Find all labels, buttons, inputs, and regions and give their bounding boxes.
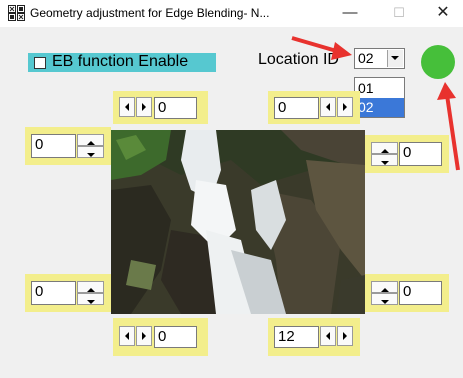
left-arrow-button[interactable] xyxy=(320,97,336,117)
arrow-left-icon xyxy=(125,332,129,340)
down-arrow-button[interactable] xyxy=(371,154,398,166)
left-arrow-button[interactable] xyxy=(320,326,336,346)
chevron-down-icon xyxy=(391,56,399,60)
location-id-value: 02 xyxy=(358,50,374,66)
arrow-right-icon xyxy=(343,332,347,340)
arrow-left-icon xyxy=(125,103,129,111)
bottom-right-value-field[interactable]: 12 xyxy=(274,326,319,348)
top-left-value-field[interactable]: 0 xyxy=(154,97,197,119)
right-bottom-control-frame: 0 xyxy=(365,274,449,312)
down-arrow-button[interactable] xyxy=(371,293,398,305)
preview-image xyxy=(111,130,365,314)
arrow-down-icon xyxy=(87,153,95,157)
eb-function-label: EB function Enable xyxy=(52,53,189,70)
arrow-right-icon xyxy=(142,332,146,340)
up-arrow-button[interactable] xyxy=(371,142,398,154)
window-title: Geometry adjustment for Edge Blending- N… xyxy=(30,6,270,20)
location-option-02[interactable]: 02 xyxy=(355,98,404,117)
status-indicator xyxy=(421,45,455,79)
bottom-right-spinner xyxy=(320,326,360,348)
top-right-control-frame: 0 xyxy=(268,91,360,124)
title-bar: Geometry adjustment for Edge Blending- N… xyxy=(0,0,463,27)
arrow-left-icon xyxy=(326,332,330,340)
arrow-down-icon xyxy=(87,300,95,304)
waterfall-photo xyxy=(111,130,365,314)
eb-function-enable-checkbox[interactable]: EB function Enable xyxy=(28,53,216,72)
top-right-value-field[interactable]: 0 xyxy=(274,97,319,119)
left-top-spinner xyxy=(77,134,104,158)
left-arrow-button[interactable] xyxy=(119,97,135,117)
right-top-control-frame: 0 xyxy=(365,135,449,173)
up-arrow-button[interactable] xyxy=(371,281,398,293)
left-bottom-value-field[interactable]: 0 xyxy=(31,281,76,305)
right-top-spinner xyxy=(371,142,398,166)
location-option-01[interactable]: 01 xyxy=(355,79,404,98)
maximize-button[interactable]: ☐ xyxy=(384,2,414,24)
left-bottom-control-frame: 0 xyxy=(25,274,111,312)
red-arrow-head-right xyxy=(437,82,456,100)
close-button[interactable]: ✕ xyxy=(428,2,458,24)
arrow-right-icon xyxy=(343,103,347,111)
arrow-right-icon xyxy=(142,103,146,111)
bottom-left-control-frame: 0 xyxy=(113,318,208,356)
right-top-value-field[interactable]: 0 xyxy=(399,142,442,166)
bottom-left-spinner xyxy=(119,326,159,348)
dropdown-button[interactable] xyxy=(387,50,403,67)
down-arrow-button[interactable] xyxy=(77,146,104,158)
red-arrow-line-top xyxy=(291,36,341,54)
up-arrow-button[interactable] xyxy=(77,134,104,146)
left-top-control-frame: 0 xyxy=(25,127,111,165)
bottom-left-value-field[interactable]: 0 xyxy=(154,326,197,348)
checkbox-box[interactable] xyxy=(34,57,46,69)
right-arrow-button[interactable] xyxy=(337,97,353,117)
left-arrow-button[interactable] xyxy=(119,326,135,346)
right-bottom-value-field[interactable]: 0 xyxy=(399,281,442,305)
location-id-select[interactable]: 02 xyxy=(354,48,405,69)
left-bottom-spinner xyxy=(77,281,104,305)
bottom-right-control-frame: 12 xyxy=(268,318,360,356)
right-arrow-button[interactable] xyxy=(136,326,152,346)
right-arrow-button[interactable] xyxy=(337,326,353,346)
right-bottom-spinner xyxy=(371,281,398,305)
top-right-spinner xyxy=(320,97,360,119)
location-id-options: 01 02 xyxy=(354,77,405,118)
arrow-down-icon xyxy=(381,161,389,165)
top-left-spinner xyxy=(119,97,159,119)
location-id-label: Location ID xyxy=(258,51,339,68)
arrow-down-icon xyxy=(381,300,389,304)
top-left-control-frame: 0 xyxy=(113,91,208,124)
down-arrow-button[interactable] xyxy=(77,293,104,305)
minimize-button[interactable]: — xyxy=(335,2,365,24)
left-top-value-field[interactable]: 0 xyxy=(31,134,76,158)
arrow-left-icon xyxy=(326,103,330,111)
right-arrow-button[interactable] xyxy=(136,97,152,117)
app-icon xyxy=(8,5,25,26)
up-arrow-button[interactable] xyxy=(77,281,104,293)
